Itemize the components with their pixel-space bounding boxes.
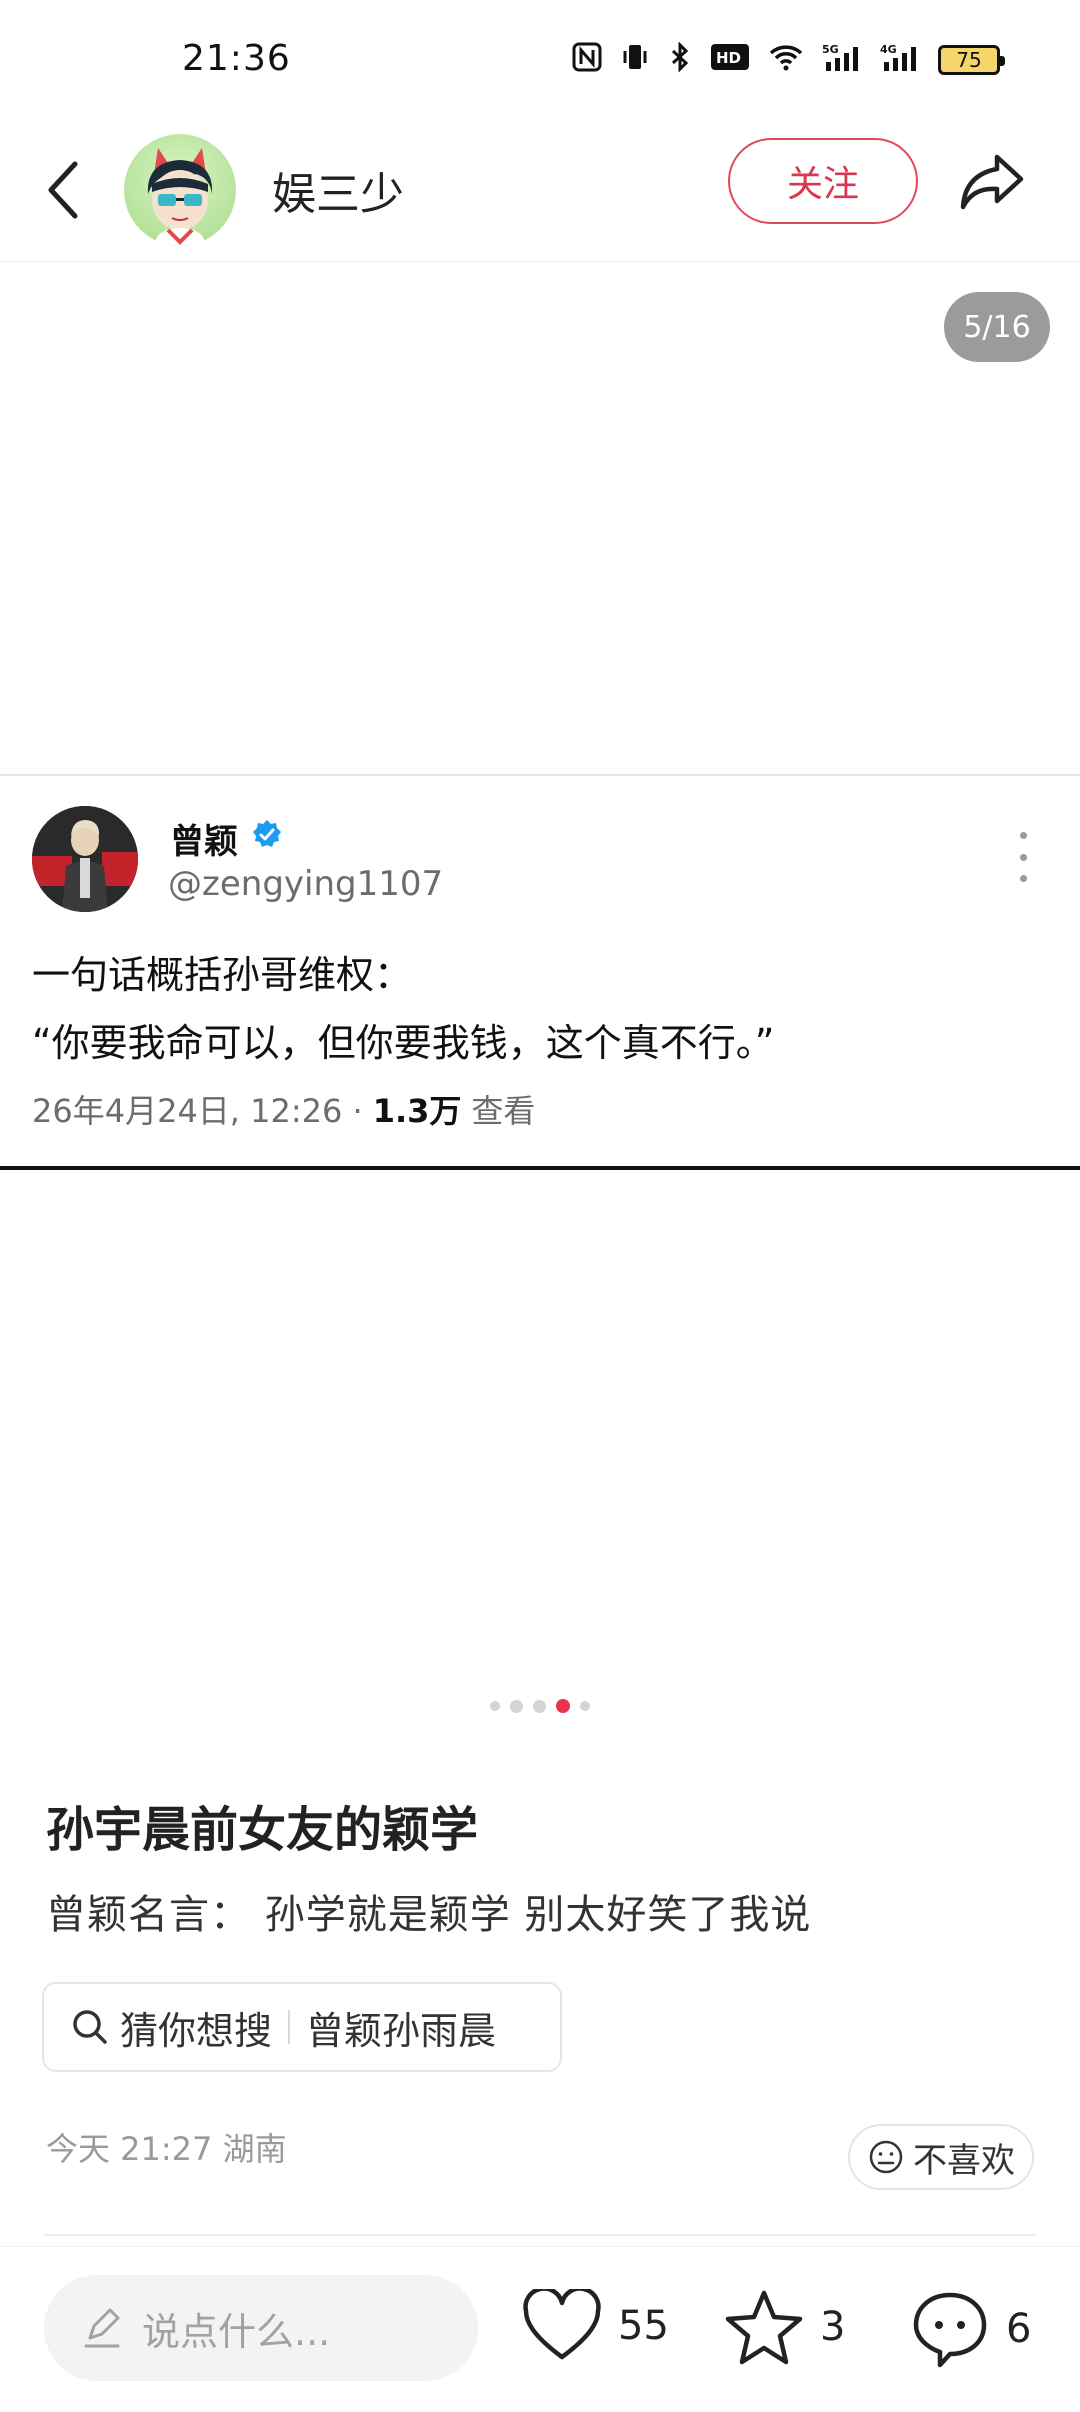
comment-placeholder: 说点什么...: [142, 2309, 331, 2354]
like-button[interactable]: 55: [522, 2289, 669, 2363]
favorite-count: 3: [820, 2304, 846, 2350]
tweet-views: 1.3万: [372, 1092, 462, 1130]
carousel-indicator: [0, 1696, 1080, 1716]
vibrate-icon: [620, 42, 650, 78]
hd-icon: HD: [710, 43, 750, 77]
comment-input[interactable]: 说点什么...: [44, 2275, 478, 2381]
pencil-icon: [84, 2308, 120, 2348]
tweet-text-line-1: 一句话概括孙哥维权：: [32, 953, 413, 997]
carousel-dot: [510, 1699, 523, 1713]
more-vertical-icon: [1016, 832, 1030, 882]
tweet-screenshot: 曾颖 @zengying1107 一句话概括孙哥维权： “你要我命可以，但你要我…: [0, 774, 1080, 1170]
tweet-views-suffix: 查看: [471, 1092, 536, 1130]
favorite-button[interactable]: 3: [724, 2289, 845, 2365]
carousel-dot: [580, 1701, 590, 1711]
suggested-search-chip[interactable]: 猜你想搜 曾颖孙雨晨: [42, 1982, 562, 2072]
battery-icon: 75: [938, 45, 1005, 75]
bottom-action-bar: 说点什么... 55 3 6: [0, 2246, 1080, 2412]
star-icon: [725, 2290, 803, 2365]
wifi-icon: [768, 42, 804, 78]
tweet-date: 26年4月24日, 12:26 ·: [32, 1092, 363, 1130]
tweet-author-handle: @zengying1107: [168, 864, 444, 904]
status-time: 21:36: [182, 38, 291, 79]
bluetooth-icon: [668, 41, 692, 78]
comments-button[interactable]: 6: [910, 2289, 1031, 2369]
back-button[interactable]: [38, 150, 88, 230]
tweet-text-line-2: “你要我命可以，但你要我钱，这个真不行。”: [32, 1021, 775, 1065]
carousel-dot-active: [556, 1699, 570, 1713]
svg-text:5G: 5G: [822, 43, 839, 56]
tweet-meta: 26年4月24日, 12:26 · 1.3万 查看: [32, 1086, 535, 1132]
comment-count: 6: [1006, 2306, 1032, 2352]
post-title: 孙宇晨前女友的颖学: [46, 1802, 479, 1858]
dislike-label: 不喜欢: [913, 2140, 1015, 2181]
comment-bubble-icon: [913, 2292, 987, 2368]
svg-text:4G: 4G: [880, 43, 897, 56]
status-icons: HD 5G 4G 75: [572, 41, 1005, 78]
share-button[interactable]: [952, 146, 1032, 218]
status-bar: 21:36 HD 5G 4G 75: [0, 0, 1080, 120]
content-divider: [44, 2234, 1036, 2236]
search-chip-term: 曾颖孙雨晨: [306, 2008, 497, 2053]
post-image-carousel[interactable]: 5/16 曾颖 @zengying1107 一句话概括孙哥维权： “你要我命可以…: [0, 262, 1080, 1702]
verified-badge-icon: [253, 820, 281, 847]
like-count: 55: [618, 2303, 669, 2349]
5g-signal-icon: 5G: [822, 42, 862, 78]
share-icon: [960, 154, 1024, 210]
carousel-dot: [533, 1699, 546, 1713]
neutral-face-icon: [869, 2140, 903, 2174]
search-chip-prefix: 猜你想搜: [120, 2008, 273, 2053]
image-page-counter: 5/16: [944, 292, 1050, 362]
chevron-left-icon: [48, 161, 78, 219]
search-chip-divider: [288, 2010, 291, 2044]
search-icon: [73, 2010, 107, 2044]
tweet-author-name: 曾颖: [170, 822, 238, 862]
nfc-icon: [572, 42, 602, 78]
svg-text:HD: HD: [716, 49, 741, 67]
tweet-avatar: [32, 806, 138, 912]
dislike-button[interactable]: 不喜欢: [848, 2124, 1034, 2190]
post-header: 娱三少 关注: [0, 120, 1080, 262]
author-avatar[interactable]: [124, 134, 236, 246]
follow-button[interactable]: 关注: [728, 138, 918, 224]
author-name[interactable]: 娱三少: [272, 158, 404, 222]
post-body: 曾颖名言： 孙学就是颖学 别太好笑了我说: [46, 1892, 812, 1938]
carousel-dot: [490, 1701, 500, 1711]
post-time-location: 今天 21:27 湖南: [46, 2130, 287, 2168]
heart-icon: [523, 2289, 601, 2360]
4g-signal-icon: 4G: [880, 42, 920, 78]
